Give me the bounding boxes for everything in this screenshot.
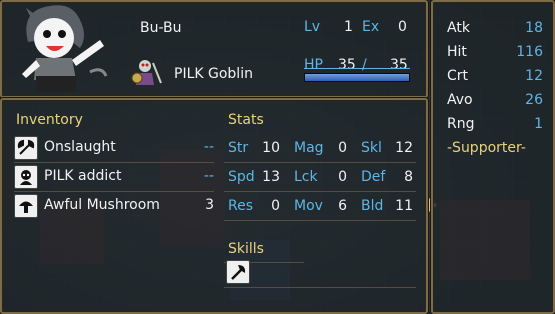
unit-class: PILK Goblin xyxy=(174,66,253,82)
stat-label-spd: Spd xyxy=(228,169,255,185)
stat-value-res: 0 xyxy=(271,198,280,214)
hit-label: Hit xyxy=(447,44,467,60)
atk-label: Atk xyxy=(447,20,470,36)
skill-axe-icon[interactable] xyxy=(226,260,250,284)
unit-header-panel: Bu-Bu PILK Goblin Lv 1 Ex 0 HP 35 / 35 xyxy=(0,0,428,98)
inventory-title: Inventory xyxy=(16,112,83,128)
divider xyxy=(14,191,214,192)
rng-label: Rng xyxy=(447,116,475,132)
stat-label-str: Str xyxy=(228,140,249,156)
divider xyxy=(224,162,416,163)
divider xyxy=(224,220,416,221)
portrait-icon xyxy=(14,165,38,189)
inventory-item-name: Awful Mushroom xyxy=(44,197,160,213)
stat-label-mag: Mag xyxy=(294,140,324,156)
unit-name: Bu-Bu xyxy=(140,20,182,36)
skills-title: Skills xyxy=(228,241,264,257)
exp-label: Ex xyxy=(362,19,380,35)
stat-label-mov: Mov xyxy=(294,198,323,214)
atk-value: 18 xyxy=(525,20,543,36)
inventory-item-uses: -- xyxy=(203,139,214,155)
avo-value: 26 xyxy=(525,92,543,108)
inventory-item-uses: 3 xyxy=(205,197,214,213)
inventory-item-name: PILK addict xyxy=(44,168,122,184)
crt-value: 12 xyxy=(525,68,543,84)
level-label: Lv xyxy=(304,19,321,35)
rng-value: 1 xyxy=(534,116,543,132)
hp-bar-fill xyxy=(305,74,409,81)
level-value: 1 xyxy=(344,19,353,35)
stat-value-str: 10 xyxy=(262,140,280,156)
mushroom-icon xyxy=(14,194,38,218)
stat-label-res: Res xyxy=(228,198,254,214)
inventory-item-name: Onslaught xyxy=(44,139,116,155)
hp-underline xyxy=(304,68,410,69)
hp-label: HP xyxy=(304,57,323,73)
inventory-item[interactable]: Awful Mushroom 3 xyxy=(14,194,214,218)
inventory-item[interactable]: PILK addict -- xyxy=(14,165,214,189)
avo-label: Avo xyxy=(447,92,473,108)
inventory-item[interactable]: Onslaught -- xyxy=(14,136,214,160)
stat-value-spd: 13 xyxy=(262,169,280,185)
stat-label-lck: Lck xyxy=(294,169,318,185)
stat-value-mov: 6 xyxy=(338,198,347,214)
role-label: -Supporter- xyxy=(447,140,526,156)
unit-portrait xyxy=(22,5,108,92)
stat-value-bld: 11 xyxy=(395,198,413,214)
stat-label-def: Def xyxy=(361,169,386,185)
stat-label-skl: Skl xyxy=(361,140,382,156)
hp-slash: / xyxy=(362,57,367,73)
hp-bar xyxy=(304,73,410,82)
divider xyxy=(14,162,214,163)
stat-value-skl: 12 xyxy=(395,140,413,156)
stat-label-bld: Bld xyxy=(361,198,384,214)
hp-max: 35 xyxy=(390,57,408,73)
inventory-item-uses: -- xyxy=(203,168,214,184)
exp-value: 0 xyxy=(398,19,407,35)
divider xyxy=(224,191,416,192)
stat-value-mag: 0 xyxy=(338,140,347,156)
crt-label: Crt xyxy=(447,68,469,84)
stat-value-def: 8 xyxy=(404,169,413,185)
divider xyxy=(224,287,416,288)
hit-value: 116 xyxy=(516,44,543,60)
axe-icon xyxy=(14,136,38,160)
hp-current: 35 xyxy=(338,57,356,73)
unit-detail-panel: Inventory Onslaught -- PILK addict -- Aw… xyxy=(0,98,428,314)
stats-title: Stats xyxy=(228,112,264,128)
stat-value-lck: 0 xyxy=(338,169,347,185)
combat-stats-panel: Atk 18 Hit 116 Crt 12 Avo 26 Rng 1 -Supp… xyxy=(431,0,555,314)
goblin-class-icon xyxy=(131,60,162,85)
